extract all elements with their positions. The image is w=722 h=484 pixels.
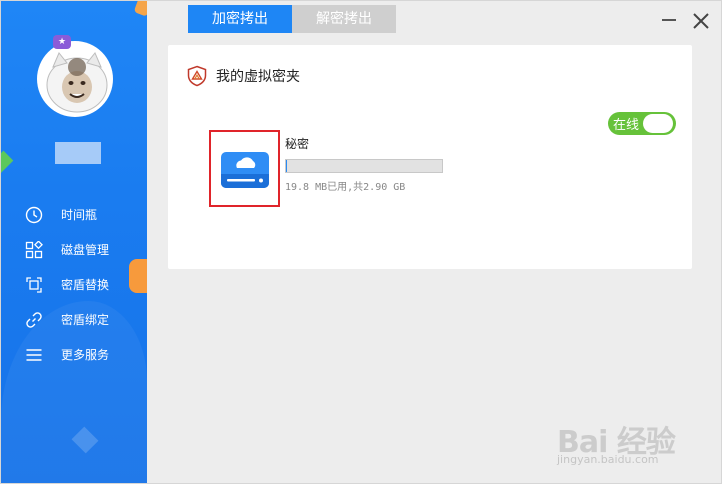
- sidebar-item-label: 密盾绑定: [61, 313, 110, 327]
- app-window: ★ 时间瓶 磁盘管理 密盾替换 密盾绑定 更多服务 加密拷出 解密拷出 我的虚拟…: [0, 0, 722, 484]
- drive-name: 秘密: [285, 137, 310, 151]
- link-icon: [23, 309, 45, 331]
- minimize-button[interactable]: [662, 19, 676, 21]
- tab-decrypt-export[interactable]: 解密拷出: [292, 5, 396, 33]
- sidebar-decoration: [133, 1, 147, 17]
- sidebar-item-shield-bind[interactable]: 密盾绑定: [1, 302, 147, 337]
- watermark: Bai 经验 jingyan.baidu.com: [557, 409, 717, 473]
- sidebar-decoration: [1, 150, 14, 174]
- toggle-knob: [643, 114, 673, 133]
- sidebar-item-label: 更多服务: [61, 348, 110, 362]
- cloud-drive-icon: [220, 151, 269, 188]
- sidebar-item-time-bottle[interactable]: 时间瓶: [1, 197, 147, 232]
- menu-icon: [23, 344, 45, 366]
- vault-title: 我的虚拟密夹: [216, 69, 300, 85]
- sidebar-item-disk-management[interactable]: 磁盘管理: [1, 232, 147, 267]
- watermark-url: jingyan.baidu.com: [557, 453, 659, 466]
- avatar[interactable]: [37, 41, 113, 117]
- drive-usage-bar: [285, 159, 443, 173]
- avatar-face-icon: [46, 52, 108, 113]
- grid-icon: [23, 239, 45, 261]
- tab-encrypt-export[interactable]: 加密拷出: [188, 5, 292, 33]
- username-redacted: [55, 142, 101, 164]
- drive-usage-text: 19.8 MB已用,共2.90 GB: [285, 182, 406, 193]
- sidebar-item-more-services[interactable]: 更多服务: [1, 337, 147, 372]
- sidebar-nav: 时间瓶 磁盘管理 密盾替换 密盾绑定 更多服务: [1, 197, 147, 372]
- close-button[interactable]: [691, 11, 711, 31]
- sidebar-item-label: 磁盘管理: [61, 243, 110, 257]
- vault-card: 我的虚拟密夹 在线 秘密 19.8 MB已用,共2.90 GB: [168, 45, 692, 269]
- tab-bar: 加密拷出 解密拷出: [188, 5, 396, 33]
- close-icon: [693, 13, 709, 29]
- drive-usage-fill: [286, 160, 288, 172]
- clock-icon: [23, 204, 45, 226]
- virtual-drive[interactable]: [209, 130, 280, 207]
- vault-header: 我的虚拟密夹: [186, 65, 300, 87]
- swap-icon: [23, 274, 45, 296]
- sidebar-item-shield-replace[interactable]: 密盾替换: [1, 267, 147, 302]
- sidebar: ★ 时间瓶 磁盘管理 密盾替换 密盾绑定 更多服务: [1, 1, 147, 483]
- sidebar-item-label: 密盾替换: [61, 278, 110, 292]
- shield-icon: [187, 65, 207, 87]
- vip-badge-icon: ★: [53, 35, 71, 49]
- sidebar-item-label: 时间瓶: [61, 208, 98, 222]
- toggle-label: 在线: [613, 118, 640, 133]
- online-toggle[interactable]: 在线: [608, 112, 676, 135]
